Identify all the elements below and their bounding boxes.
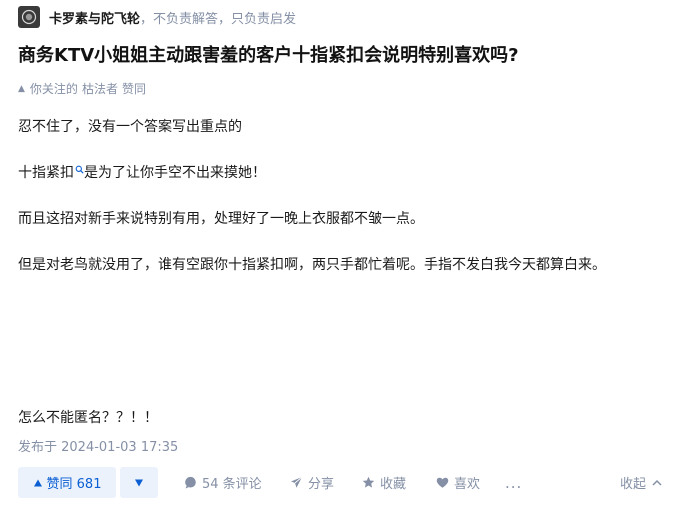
answer-paragraph: 十指紧扣 是为了让你手空不出来摸她！ [18,162,266,182]
share-button[interactable]: 分享 [290,467,334,498]
author-avatar[interactable] [18,6,40,28]
answer-paragraph: 但是对老鸟就没用了，谁有空跟你十指紧扣啊，两只手都忙着呢。手指不发白我今天都算白… [18,257,606,273]
author-bio: ，不负责解答，只负责启发 [140,11,297,27]
comment-icon [185,476,196,489]
answer-paragraph: 而且这招对新手来说特别有用，处理好了一晚上衣服都不皱一点。 [18,211,424,227]
share-icon [291,476,303,488]
author-row: 卡罗素与陀飞轮 ，不负责解答，只负责启发 [18,6,296,28]
answer-paragraph: 怎么不能匿名？？！！ [18,410,158,426]
heart-icon [436,477,449,488]
share-label: 分享 [308,477,335,492]
collapse-label: 收起 [620,477,647,492]
comment-button[interactable]: 54 条评论 [184,467,262,498]
star-icon [362,476,375,488]
answer-text: 是为了让你手空不出来摸她！ [84,165,266,181]
chevron-up-icon [652,479,662,486]
answer-paragraph: 忍不住了，没有一个答案写出重点的 [18,119,242,135]
upvote-label: 赞同 681 [46,477,102,492]
activity-action: 赞同 [121,82,146,96]
activity-prefix: 你关注的 [29,82,78,96]
triangle-down-icon [135,479,143,486]
author-name[interactable]: 卡罗素与陀飞轮 [49,8,140,27]
activity-meta: ▲ 你关注的 枯法者 赞同 [18,80,146,97]
downvote-button[interactable] [120,467,158,498]
favorite-label: 收藏 [380,477,407,492]
triangle-up-icon [33,479,42,486]
search-icon[interactable] [75,162,84,178]
vote-group: 赞同 681 [18,467,158,498]
question-title[interactable]: 商务KTV小姐姐主动跟害羞的客户十指紧扣会说明特别喜欢吗? [18,41,519,67]
comment-label: 54 条评论 [202,477,262,492]
favorite-button[interactable]: 收藏 [362,467,406,498]
like-label: 喜欢 [454,477,481,492]
publish-date[interactable]: 发布于 2024-01-03 17:35 [18,436,178,455]
collapse-button[interactable]: 收起 [620,467,663,498]
more-label: ... [505,473,523,492]
like-button[interactable]: 喜欢 [436,467,480,498]
more-button[interactable]: ... [505,467,522,498]
keyword-link[interactable]: 十指紧扣 [18,165,74,181]
upvote-button[interactable]: 赞同 681 [18,467,116,498]
avatar-image [21,9,37,25]
upvote-triangle-icon: ▲ [18,83,25,94]
activity-user[interactable]: 枯法者 [82,80,118,97]
